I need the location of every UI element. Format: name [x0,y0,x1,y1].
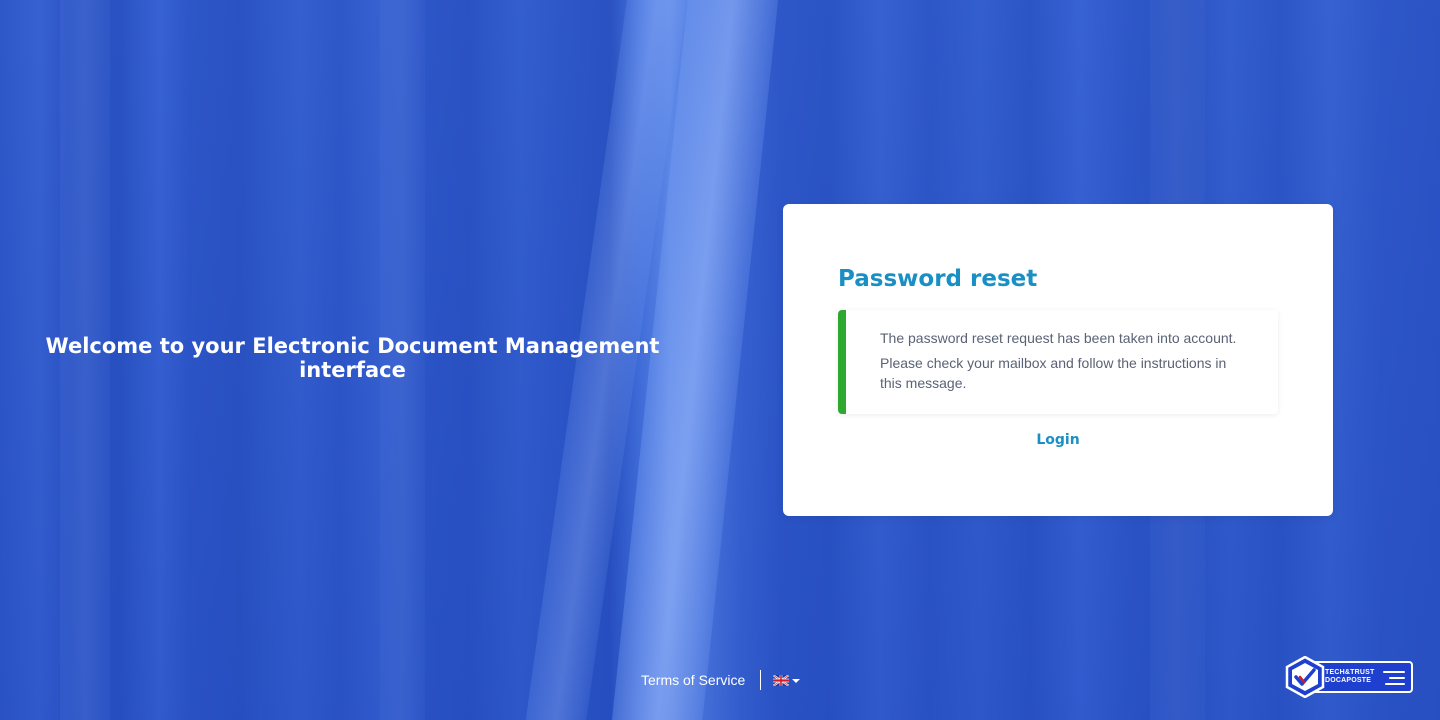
footer: Terms of Service [641,670,801,690]
terms-of-service-link[interactable]: Terms of Service [641,672,745,688]
uk-flag-icon [773,674,790,686]
language-selector[interactable] [773,674,801,686]
docaposte-trust-badge: TECH&TRUST DOCAPOSTE [1285,656,1415,698]
badge-lines-icon [1383,671,1405,689]
footer-divider [760,670,762,690]
card-title: Password reset [838,266,1038,292]
chevron-down-icon [792,678,801,683]
badge-line-2: DOCAPOSTE [1325,677,1372,684]
badge-line-1: TECH&TRUST [1325,669,1375,676]
success-alert: The password reset request has been take… [838,310,1278,414]
login-link[interactable]: Login [783,432,1333,448]
password-reset-card: Password reset The password reset reques… [783,204,1333,516]
welcome-heading: Welcome to your Electronic Document Mana… [45,334,660,382]
login-page: Welcome to your Electronic Document Mana… [0,0,1440,720]
shield-check-icon [1285,656,1325,698]
alert-line-2: Please check your mailbox and follow the… [880,355,1227,391]
badge-text: TECH&TRUST DOCAPOSTE [1325,669,1374,685]
alert-line-1: The password reset request has been take… [880,330,1237,346]
